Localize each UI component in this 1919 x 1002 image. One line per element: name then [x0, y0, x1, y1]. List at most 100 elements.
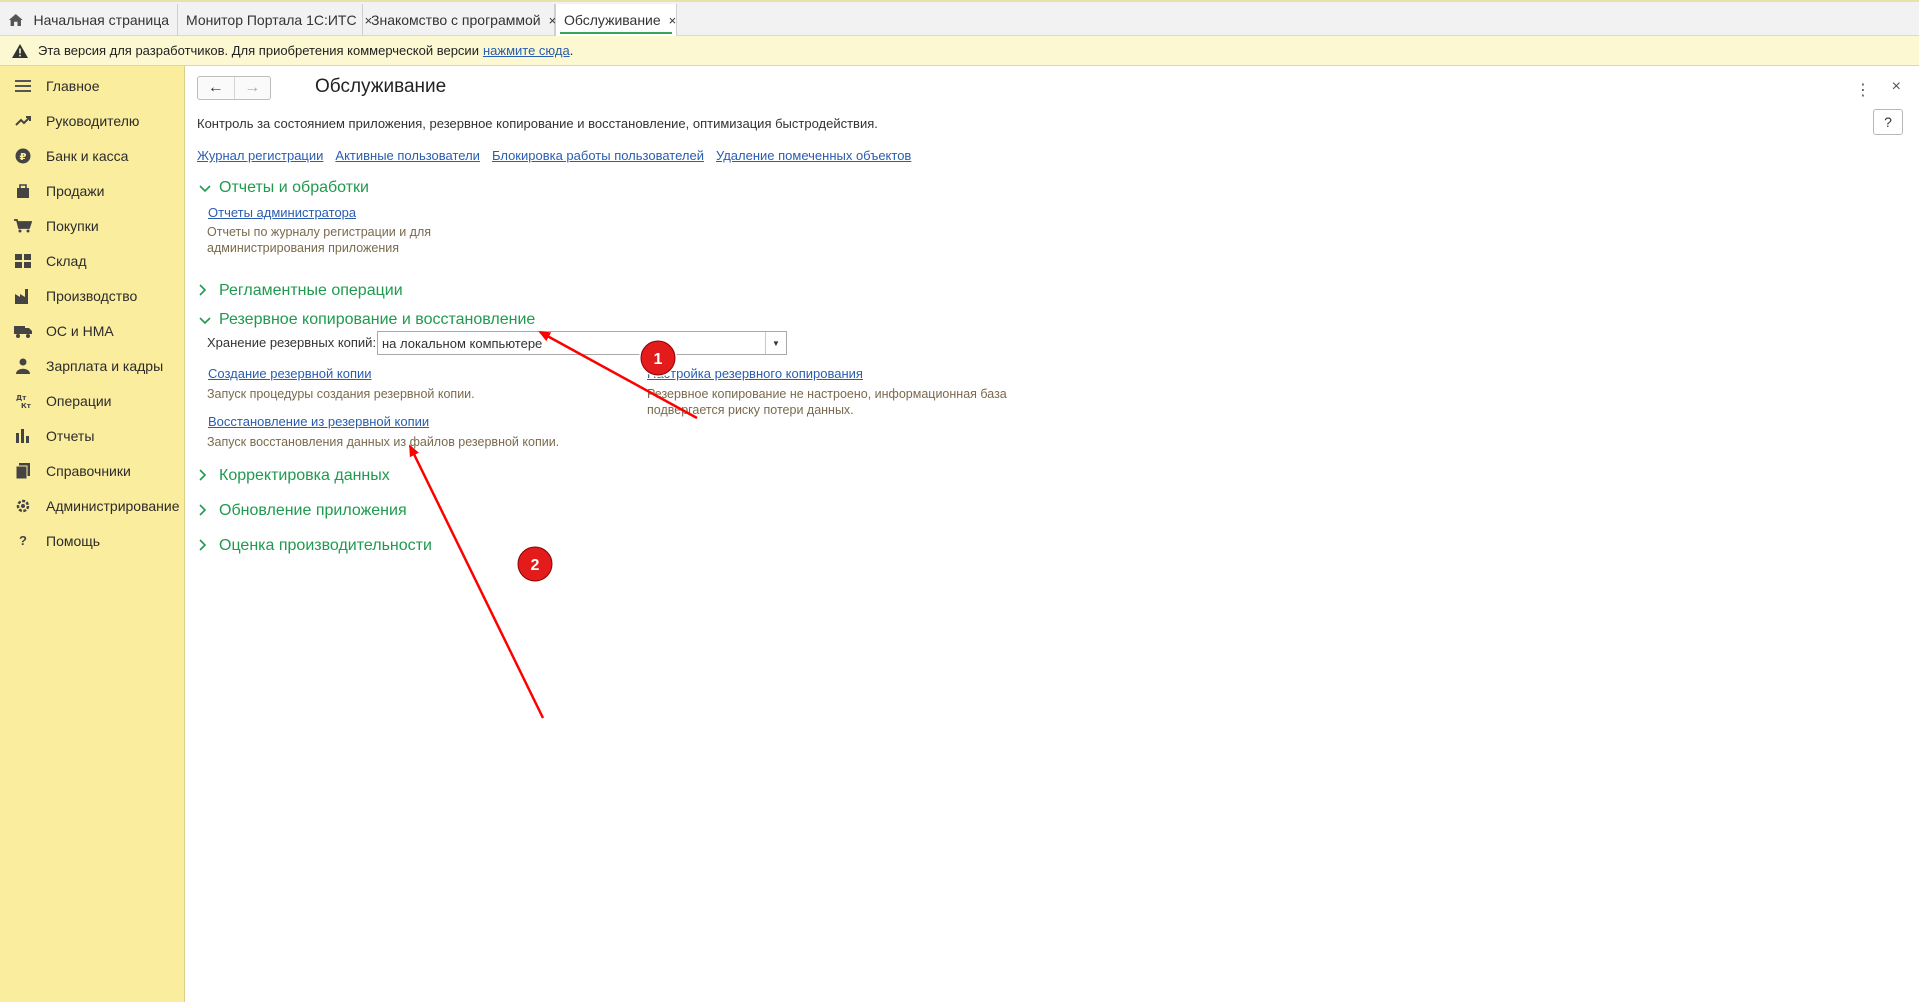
backup-storage-select[interactable]: на локальном компьютере ▼ — [377, 331, 787, 355]
section-correction-header[interactable]: Корректировка данных — [199, 467, 390, 485]
create-backup-hint: Запуск процедуры создания резервной копи… — [207, 387, 475, 401]
sidebar-item-salary[interactable]: Зарплата и кадры — [0, 348, 184, 383]
section-title: Оценка производительности — [219, 537, 432, 554]
truck-icon — [14, 322, 32, 340]
sidebar-item-label: Главное — [46, 77, 100, 94]
navigation-buttons: ← → — [197, 76, 271, 100]
sidebar-item-label: Отчеты — [46, 427, 95, 444]
banner-tail: . — [569, 43, 574, 58]
section-performance-header[interactable]: Оценка производительности — [199, 537, 432, 555]
chevron-right-icon — [199, 283, 213, 299]
bag-icon — [14, 182, 32, 200]
tab-maintenance[interactable]: Обслуживание × — [555, 4, 677, 36]
question-icon: ? — [19, 533, 27, 548]
section-reports-header[interactable]: Отчеты и обработки — [199, 179, 369, 197]
backup-settings-hint: Резервное копирование не настроено, инфо… — [647, 387, 1007, 417]
tab-its-monitor[interactable]: Монитор Портала 1С:ИТС × — [178, 4, 372, 36]
sidebar-item-sales[interactable]: Продажи — [0, 173, 184, 208]
sidebar-item-help[interactable]: ? Помощь — [0, 523, 184, 558]
factory-icon — [14, 287, 32, 305]
forward-arrow-icon[interactable]: → — [233, 77, 271, 99]
tab-intro[interactable]: Знакомство с программой × — [363, 4, 556, 36]
link-active-users[interactable]: Активные пользователи — [335, 148, 480, 163]
sidebar-item-label: Руководителю — [46, 112, 140, 129]
backup-storage-value: на локальном компьютере — [382, 335, 543, 351]
book-icon — [14, 462, 32, 480]
sidebar-item-label: Зарплата и кадры — [46, 357, 164, 374]
main-panel: ← → Обслуживание ⋮ × ? Контроль за состо… — [185, 66, 1919, 1002]
home-icon — [8, 13, 23, 27]
bar-chart-icon — [14, 427, 32, 445]
sidebar-item-catalogs[interactable]: Справочники — [0, 453, 184, 488]
dt-kt-icon: Дт Кт — [14, 392, 32, 410]
section-title: Резервное копирование и восстановление — [219, 311, 536, 328]
admin-reports-hint: Отчеты по журналу регистрации и для адми… — [207, 225, 432, 255]
section-title: Отчеты и обработки — [219, 179, 369, 196]
restore-backup-hint: Запуск восстановления данных из файлов р… — [207, 435, 560, 449]
section-title: Регламентные операции — [219, 282, 403, 299]
restore-backup-link[interactable]: Восстановление из резервной копии — [208, 414, 429, 429]
close-icon[interactable]: × — [1892, 78, 1901, 96]
menu-icon — [14, 77, 32, 95]
more-vertical-icon[interactable]: ⋮ — [1855, 80, 1871, 100]
tab-label: Обслуживание — [564, 12, 661, 28]
close-icon[interactable]: × — [669, 13, 677, 28]
cart-icon — [14, 217, 32, 235]
sidebar-item-administration[interactable]: Администрирование — [0, 488, 184, 523]
warning-icon — [12, 43, 28, 58]
chevron-right-icon — [199, 468, 213, 484]
chevron-down-icon — [199, 181, 213, 196]
sidebar-item-label: ОС и НМА — [46, 322, 114, 339]
svg-text:Дт: Дт — [16, 394, 27, 402]
svg-text:₽: ₽ — [20, 152, 27, 163]
dropdown-arrow-icon[interactable]: ▼ — [765, 332, 786, 354]
sidebar-item-label: Банк и касса — [46, 147, 129, 164]
link-user-lock[interactable]: Блокировка работы пользователей — [492, 148, 704, 163]
help-button[interactable]: ? — [1873, 109, 1903, 135]
sidebar-item-production[interactable]: Производство — [0, 278, 184, 313]
gear-icon — [14, 497, 32, 515]
tab-label: Начальная страница — [33, 12, 169, 28]
sidebar-item-label: Администрирование — [46, 497, 180, 514]
person-icon — [14, 357, 32, 375]
sidebar-item-label: Помощь — [46, 532, 101, 549]
sidebar-item-fixed-assets[interactable]: ОС и НМА — [0, 313, 184, 348]
sidebar-item-reports[interactable]: Отчеты — [0, 418, 184, 453]
tab-label: Знакомство с программой — [371, 12, 541, 28]
svg-text:Кт: Кт — [21, 402, 31, 409]
chevron-down-icon — [199, 313, 213, 328]
grid-icon — [14, 252, 32, 270]
sidebar-item-bank[interactable]: ₽ Банк и касса — [0, 138, 184, 173]
sidebar-item-purchases[interactable]: Покупки — [0, 208, 184, 243]
section-title: Корректировка данных — [219, 467, 390, 484]
quick-links: Журнал регистрации Активные пользователи… — [197, 148, 911, 163]
sidebar-item-warehouse[interactable]: Склад — [0, 243, 184, 278]
sidebar: Главное Руководителю ₽ Банк и касса Прод… — [0, 66, 185, 1002]
sidebar-item-label: Операции — [46, 392, 112, 409]
section-title: Обновление приложения — [219, 502, 407, 519]
back-arrow-icon[interactable]: ← — [198, 77, 234, 99]
admin-reports-link[interactable]: Отчеты администратора — [208, 205, 356, 220]
sidebar-item-operations[interactable]: Дт Кт Операции — [0, 383, 184, 418]
sidebar-item-label: Производство — [46, 287, 138, 304]
sidebar-item-manager[interactable]: Руководителю — [0, 103, 184, 138]
tab-label: Монитор Портала 1С:ИТС — [186, 12, 357, 28]
tab-home[interactable]: Начальная страница — [0, 4, 178, 36]
sidebar-item-label: Склад — [46, 252, 87, 269]
sidebar-item-main[interactable]: Главное — [0, 68, 184, 103]
section-backup-header[interactable]: Резервное копирование и восстановление — [199, 311, 535, 329]
trend-icon — [14, 112, 32, 130]
create-backup-link[interactable]: Создание резервной копии — [208, 366, 372, 381]
tab-bar: Начальная страница Монитор Портала 1С:ИТ… — [0, 0, 1919, 36]
sidebar-item-label: Продажи — [46, 182, 105, 199]
section-routine-header[interactable]: Регламентные операции — [199, 282, 403, 300]
sidebar-item-label: Справочники — [46, 462, 131, 479]
link-event-log[interactable]: Журнал регистрации — [197, 148, 323, 163]
backup-settings-link[interactable]: Настройка резервного копирования — [647, 366, 863, 381]
section-update-header[interactable]: Обновление приложения — [199, 502, 407, 520]
banner-link[interactable]: нажмите сюда — [483, 43, 570, 58]
banner-text: Эта версия для разработчиков. Для приобр… — [38, 43, 479, 58]
link-delete-marked[interactable]: Удаление помеченных объектов — [716, 148, 911, 163]
developer-version-banner: Эта версия для разработчиков. Для приобр… — [0, 36, 1919, 66]
sidebar-item-label: Покупки — [46, 217, 99, 234]
